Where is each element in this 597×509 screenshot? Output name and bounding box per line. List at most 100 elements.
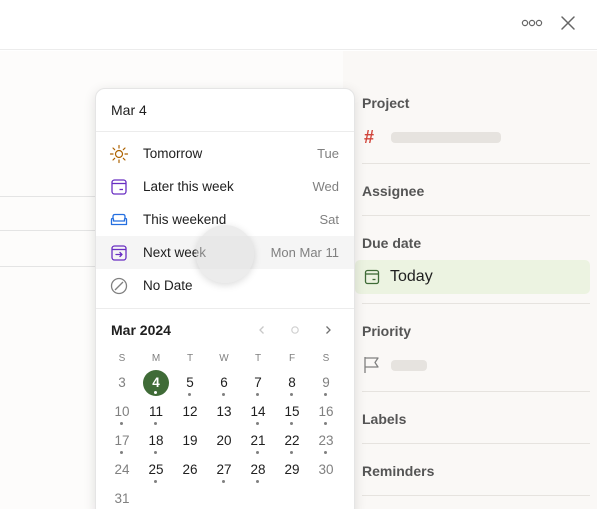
calendar-day[interactable]: 22 [279, 428, 305, 454]
calendar-day[interactable]: 5 [177, 370, 203, 396]
more-options-button[interactable] [516, 10, 548, 36]
calendar-day[interactable]: 31 [109, 486, 135, 509]
divider [362, 163, 590, 164]
option-label: This weekend [143, 212, 227, 227]
date-scheduler-popup: Mar 4 Tomorrow Tue Later this week Wed T… [95, 88, 355, 509]
calendar-day[interactable]: 8 [279, 370, 305, 396]
labels-label[interactable]: Labels [362, 411, 406, 427]
option-day: Tue [317, 146, 339, 161]
task-header-bar [0, 0, 597, 50]
task-dot [290, 393, 293, 396]
task-dot [256, 422, 259, 425]
next-week-icon [108, 243, 130, 263]
calendar-day[interactable]: 30 [313, 457, 339, 483]
weekday-label: S [322, 353, 330, 364]
task-dot [324, 393, 327, 396]
flag-icon[interactable] [362, 355, 382, 375]
task-dot [256, 480, 259, 483]
previous-month-button[interactable] [252, 320, 272, 340]
project-name-placeholder[interactable] [391, 132, 501, 143]
calendar-day[interactable]: 18 [143, 428, 169, 454]
divider [362, 303, 590, 304]
option-day: Wed [312, 179, 340, 194]
task-dot [324, 451, 327, 454]
task-dot [154, 422, 157, 425]
calendar-day[interactable]: 12 [177, 399, 203, 425]
divider [362, 443, 590, 444]
calendar-day[interactable]: 26 [177, 457, 203, 483]
task-dot [290, 422, 293, 425]
priority-placeholder[interactable] [391, 360, 427, 371]
more-horizontal-icon [521, 19, 543, 27]
task-dot [154, 480, 157, 483]
due-date-label: Due date [362, 235, 422, 251]
task-dot [222, 393, 225, 396]
option-day: Mon Mar 11 [270, 245, 339, 260]
weekday-label: T [254, 353, 262, 364]
weekday-label: W [219, 353, 229, 364]
calendar-day[interactable]: 6 [211, 370, 237, 396]
calendar-day[interactable]: 9 [313, 370, 339, 396]
calendar-day-selected[interactable]: 4 [143, 370, 169, 396]
date-input[interactable]: Mar 4 [96, 89, 354, 132]
calendar-day[interactable]: 15 [279, 399, 305, 425]
calendar-day[interactable]: 16 [313, 399, 339, 425]
option-tomorrow[interactable]: Tomorrow Tue [96, 137, 354, 170]
divider [0, 196, 97, 197]
option-label: Later this week [143, 179, 234, 194]
calendar-day[interactable]: 21 [245, 428, 271, 454]
option-later-this-week[interactable]: Later this week Wed [96, 170, 354, 203]
calendar-day[interactable]: 29 [279, 457, 305, 483]
calendar-day[interactable]: 23 [313, 428, 339, 454]
no-date-icon [108, 276, 130, 296]
task-dot [154, 451, 157, 454]
divider [362, 391, 590, 392]
calendar-day[interactable]: 14 [245, 399, 271, 425]
option-label: No Date [143, 278, 193, 293]
divider [0, 230, 97, 231]
divider [96, 308, 354, 309]
task-dot [256, 393, 259, 396]
priority-label: Priority [362, 323, 412, 339]
today-button[interactable] [285, 320, 305, 340]
calendar-day[interactable]: 10 [109, 399, 135, 425]
calendar-icon [364, 269, 380, 285]
weekday-label: F [288, 353, 296, 364]
close-button[interactable] [554, 10, 582, 36]
due-date-button[interactable]: Today [355, 260, 590, 294]
divider [362, 495, 590, 496]
calendar-day[interactable]: 7 [245, 370, 271, 396]
assignee-label[interactable]: Assignee [362, 183, 424, 199]
circle-icon [291, 326, 299, 334]
divider [362, 215, 590, 216]
calendar-day[interactable]: 13 [211, 399, 237, 425]
task-dot [290, 451, 293, 454]
calendar-later-icon [108, 177, 130, 197]
divider [0, 266, 97, 267]
task-dot [188, 393, 191, 396]
due-date-value: Today [390, 268, 433, 285]
sofa-icon [108, 210, 130, 230]
project-hash-icon[interactable]: # [364, 127, 374, 148]
task-dot [120, 422, 123, 425]
calendar-day[interactable]: 3 [109, 370, 135, 396]
click-ripple [196, 225, 254, 283]
task-sidebar: Project # Assignee Due date Today Priori… [343, 51, 597, 509]
weekday-label: S [118, 353, 126, 364]
calendar-day[interactable]: 19 [177, 428, 203, 454]
calendar-day[interactable]: 17 [109, 428, 135, 454]
task-dot [256, 451, 259, 454]
chevron-left-icon [259, 326, 264, 334]
task-dot [324, 422, 327, 425]
calendar-day[interactable]: 25 [143, 457, 169, 483]
next-month-button[interactable] [318, 320, 338, 340]
calendar-day[interactable]: 20 [211, 428, 237, 454]
reminders-label[interactable]: Reminders [362, 463, 434, 479]
calendar-day[interactable]: 24 [109, 457, 135, 483]
calendar-day[interactable]: 28 [245, 457, 271, 483]
calendar-day[interactable]: 11 [143, 399, 169, 425]
task-dot [222, 480, 225, 483]
task-dot [120, 451, 123, 454]
calendar-day[interactable]: 27 [211, 457, 237, 483]
calendar-month-label: Mar 2024 [111, 322, 171, 338]
